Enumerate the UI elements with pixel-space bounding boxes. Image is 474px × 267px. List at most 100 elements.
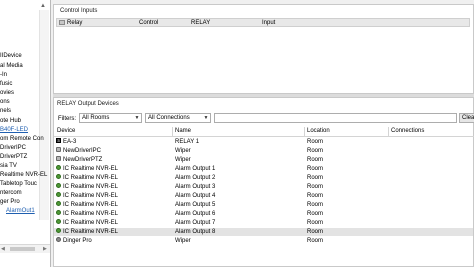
table-row[interactable]: IC Realtime NVR-EL Alarm Output 6 Room: [54, 210, 473, 218]
name-cell: Alarm Output 3: [175, 184, 216, 190]
column-divider[interactable]: [172, 127, 173, 136]
nvr-icon: [56, 183, 61, 188]
nvr-icon: [56, 192, 61, 197]
device-cell: IC Realtime NVR-EL: [63, 184, 119, 190]
scroll-left-icon[interactable]: ◀: [1, 245, 5, 253]
table-row[interactable]: IC Realtime NVR-EL Alarm Output 7 Room: [54, 219, 473, 227]
device-cell: Dinger Pro: [63, 238, 92, 244]
tree-item[interactable]: al Media: [0, 62, 23, 70]
tree-vertical-scrollbar[interactable]: [39, 10, 49, 220]
location-cell: Room: [307, 184, 324, 190]
table-row[interactable]: NewDriverIPC Wiper Room: [54, 147, 473, 155]
tree-item[interactable]: -In: [0, 71, 7, 79]
connection-filter-value: All Connections: [148, 115, 190, 121]
camera-icon: [56, 147, 61, 152]
location-cell: Room: [307, 238, 324, 244]
name-cell: Alarm Output 1: [175, 166, 216, 172]
column-divider[interactable]: [304, 127, 305, 136]
tree-item[interactable]: DriverPTZ: [0, 153, 27, 161]
input-direction: Input: [262, 20, 276, 26]
room-filter-select[interactable]: All Rooms ▼: [79, 113, 142, 123]
tree-item[interactable]: Realtime NVR-EL: [0, 171, 47, 179]
table-row[interactable]: IC Realtime NVR-EL Alarm Output 4 Room: [54, 192, 473, 200]
tree-item[interactable]: nels: [0, 107, 11, 115]
name-cell: Alarm Output 5: [175, 202, 216, 208]
chevron-down-icon[interactable]: ▼: [133, 114, 141, 122]
table-row[interactable]: Dinger Pro Wiper Room: [54, 237, 473, 245]
tree-item[interactable]: ote Hub: [0, 117, 21, 125]
tree-item-selected[interactable]: AlarmOut1: [6, 207, 35, 215]
table-row[interactable]: IC Realtime NVR-EL Alarm Output 1 Room: [54, 165, 473, 173]
location-cell: Room: [307, 139, 324, 145]
location-cell: Room: [307, 229, 324, 235]
tree-item[interactable]: om Remote Con: [0, 135, 44, 143]
location-cell: Room: [307, 220, 324, 226]
scroll-thumb[interactable]: [10, 247, 35, 251]
device-cell: IC Realtime NVR-EL: [63, 193, 119, 199]
search-input[interactable]: [214, 113, 457, 123]
location-cell: Room: [307, 175, 324, 181]
tree-horizontal-scrollbar[interactable]: ◀ ▶: [0, 244, 50, 253]
table-row[interactable]: NewDriverPTZ Wiper Room: [54, 156, 473, 164]
column-divider[interactable]: [388, 127, 389, 136]
location-cell: Room: [307, 211, 324, 217]
nvr-icon: [56, 201, 61, 206]
relay-output-title: RELAY Output Devices: [57, 101, 119, 107]
ea3-icon: 3: [56, 138, 61, 143]
device-cell: NewDriverPTZ: [63, 157, 103, 163]
tree-item[interactable]: sia TV: [0, 162, 17, 170]
tree-item[interactable]: fusic: [0, 80, 12, 88]
device-cell: IC Realtime NVR-EL: [63, 220, 119, 226]
scroll-up-icon[interactable]: ▲: [39, 2, 47, 10]
table-row-highlighted[interactable]: IC Realtime NVR-EL Alarm Output 8 Room: [54, 228, 473, 236]
column-header-name[interactable]: Name: [175, 127, 191, 136]
table-row[interactable]: IC Realtime NVR-EL Alarm Output 5 Room: [54, 201, 473, 209]
name-cell: Alarm Output 6: [175, 211, 216, 217]
device-cell: NewDriverIPC: [63, 148, 102, 154]
nvr-icon: [56, 165, 61, 170]
name-cell: Wiper: [175, 157, 191, 163]
table-row[interactable]: 3 EA-3 RELAY 1 Room: [54, 138, 473, 146]
scroll-right-icon[interactable]: ▶: [43, 245, 47, 253]
tree-item[interactable]: ger Pro: [0, 198, 20, 206]
tree-item[interactable]: DriverIPC: [0, 144, 26, 152]
control-inputs-title: Control Inputs: [60, 8, 98, 14]
room-filter-value: All Rooms: [82, 115, 110, 121]
camera-icon: [56, 156, 61, 161]
location-cell: Room: [307, 148, 324, 154]
device-cell: IC Realtime NVR-EL: [63, 202, 119, 208]
tree-item-link[interactable]: B40F-LED: [0, 126, 28, 134]
name-cell: RELAY 1: [175, 139, 200, 145]
column-header-device[interactable]: Device: [57, 127, 75, 136]
name-cell: Alarm Output 4: [175, 193, 216, 199]
filters-label: Filters:: [58, 116, 76, 122]
tree-item[interactable]: Tabletop Touc: [0, 180, 37, 188]
table-row[interactable]: IC Realtime NVR-EL Alarm Output 2 Room: [54, 174, 473, 182]
column-header-connections[interactable]: Connections: [391, 127, 424, 136]
tree-item[interactable]: ovies: [0, 89, 14, 97]
chevron-down-icon[interactable]: ▼: [202, 114, 210, 122]
dinger-icon: [56, 237, 61, 242]
location-cell: Room: [307, 166, 324, 172]
nvr-icon: [56, 228, 61, 233]
device-cell: IC Realtime NVR-EL: [63, 166, 119, 172]
name-cell: Alarm Output 8: [175, 229, 216, 235]
table-row[interactable]: IC Realtime NVR-EL Alarm Output 3 Room: [54, 183, 473, 191]
name-cell: Wiper: [175, 148, 191, 154]
main-area: Control Inputs Relay Control RELAY Input…: [53, 0, 474, 267]
control-input-row[interactable]: Relay Control RELAY Input: [56, 18, 470, 27]
column-header-location[interactable]: Location: [307, 127, 330, 136]
tree-item[interactable]: ons: [0, 98, 10, 106]
name-cell: Alarm Output 2: [175, 175, 216, 181]
input-kind: RELAY: [191, 20, 211, 26]
nvr-icon: [56, 174, 61, 179]
input-type: Control: [139, 20, 159, 26]
connection-filter-select[interactable]: All Connections ▼: [145, 113, 211, 123]
device-cell: IC Realtime NVR-EL: [63, 211, 119, 217]
control-inputs-panel: Control Inputs Relay Control RELAY Input: [53, 4, 474, 94]
device-tree-panel[interactable]: ▲ IIDevice al Media -In fusic ovies ons …: [0, 0, 51, 267]
tree-item[interactable]: IIDevice: [0, 52, 22, 60]
nvr-icon: [56, 210, 61, 215]
tree-item[interactable]: ntercom: [0, 189, 22, 197]
clear-button[interactable]: Clear: [459, 113, 474, 123]
